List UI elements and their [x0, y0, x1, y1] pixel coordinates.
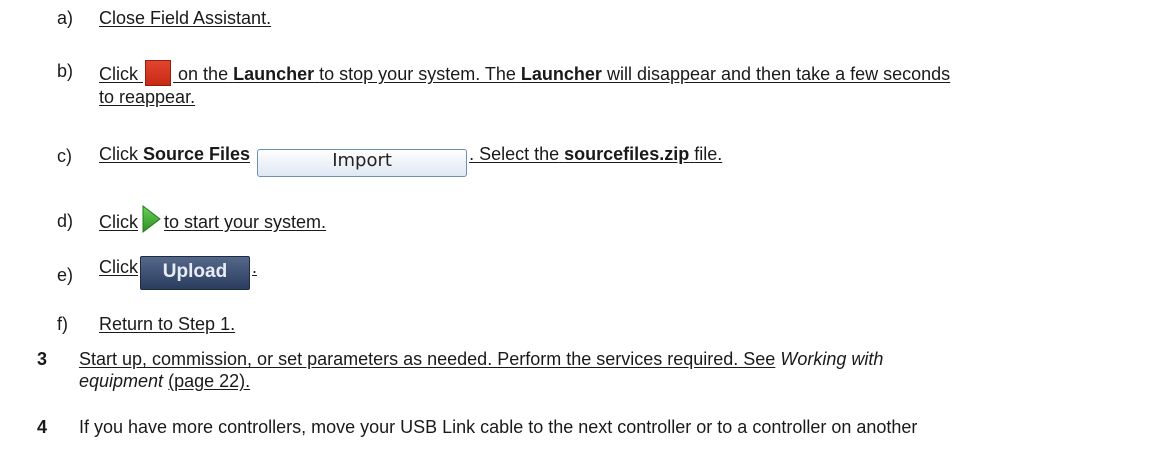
link-working-with-equipment[interactable]: Working with [780, 349, 883, 369]
step-number: 3 [37, 349, 48, 369]
step-number: 4 [37, 417, 48, 437]
source-files-label: Source Files [143, 144, 251, 164]
import-button[interactable]: Import [257, 149, 468, 177]
step-letter: b) [57, 61, 74, 81]
launcher-label: Launcher [233, 64, 315, 84]
step-letter: a) [57, 8, 74, 28]
stop-icon [145, 60, 172, 86]
page-reference-link[interactable]: (page 22). [168, 371, 250, 391]
play-icon [142, 204, 161, 234]
step-text: If you have more controllers, move your … [79, 417, 918, 437]
step-text[interactable]: Close Field Assistant. [99, 8, 271, 28]
click-text: Click [99, 64, 138, 84]
step-letter: f) [57, 314, 68, 334]
upload-button[interactable]: Upload [140, 256, 250, 290]
step-letter: c) [57, 146, 72, 166]
launcher-label: Launcher [520, 64, 602, 84]
step-letter: d) [57, 211, 74, 231]
sourcefiles-zip-label: sourcefiles.zip [564, 144, 690, 164]
step-text[interactable]: Return to Step 1. [99, 314, 235, 334]
step-letter: e) [57, 265, 74, 285]
